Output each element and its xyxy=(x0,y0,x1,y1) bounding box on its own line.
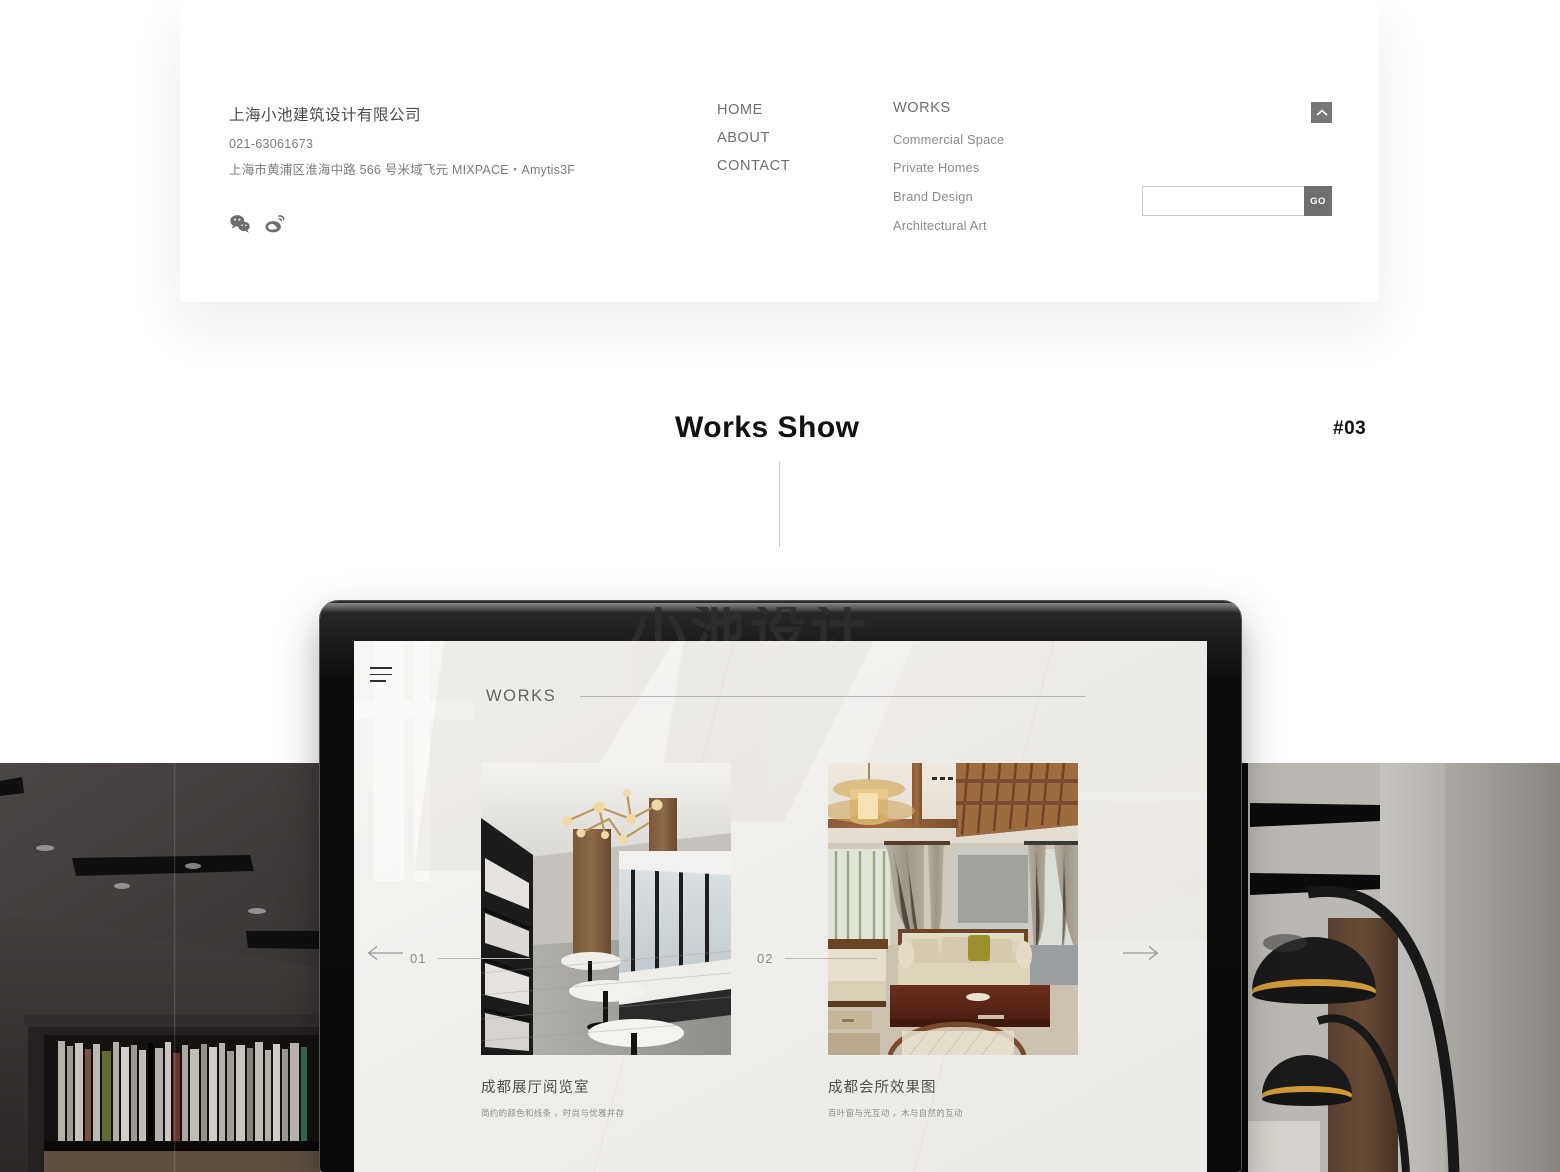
footer-works-nav: WORKS Commercial Space Private Homes Bra… xyxy=(893,101,1004,249)
search-go-button[interactable]: GO xyxy=(1304,186,1332,216)
slide-marker-01: 01 xyxy=(410,951,530,966)
work-card-02-image xyxy=(828,763,1078,1055)
nav-item-about[interactable]: ABOUT xyxy=(717,131,790,146)
work-card-02[interactable]: 成都会所效果图 百叶窗与光互动 ，木与自然的互动 xyxy=(828,763,1078,1117)
slide-marker-02: 02 xyxy=(757,951,877,966)
footer-main-nav: HOME ABOUT CONTACT xyxy=(717,103,790,187)
company-info: 上海小池建筑设计有限公司 021-63061673 上海市黄浦区淮海中路 566… xyxy=(229,108,575,177)
work-card-02-title: 成都会所效果图 xyxy=(828,1080,937,1096)
work-card-01-image xyxy=(481,763,731,1055)
background-photo-left xyxy=(0,763,320,1172)
carousel-prev-button[interactable] xyxy=(366,945,404,966)
works-carousel: 成都展厅阅览室 简约的颜色和线条 ，时尚与优雅并存 成都会所效果图 百叶窗与光互… xyxy=(354,641,1207,1172)
company-phone: 021-63061673 xyxy=(229,136,314,151)
page-title: Works Show xyxy=(675,411,860,444)
arrow-left-icon xyxy=(367,945,403,961)
works-item-commercial-space[interactable]: Commercial Space xyxy=(893,133,1004,147)
slide-marker-line-01 xyxy=(438,958,530,959)
section-vertical-rule xyxy=(779,462,780,547)
background-photo-right xyxy=(1240,763,1560,1172)
work-card-01-subtitle: 简约的颜色和线条 ，时尚与优雅并存 xyxy=(481,1107,625,1118)
slide-marker-line-02 xyxy=(785,958,877,959)
carousel-next-button[interactable] xyxy=(1122,945,1160,966)
tablet-device: 小池设计 WORKS 成都展厅阅览室 简约的颜色和线条 ，时尚与优雅并存 成都会… xyxy=(320,601,1241,1172)
slide-index-01: 01 xyxy=(410,951,427,966)
section-header: Works Show #03 xyxy=(0,410,1560,460)
weibo-icon[interactable] xyxy=(264,213,286,235)
arrow-right-icon xyxy=(1123,945,1159,961)
back-to-top-button[interactable] xyxy=(1311,102,1332,123)
nav-item-contact[interactable]: CONTACT xyxy=(717,159,790,174)
works-item-brand-design[interactable]: Brand Design xyxy=(893,190,1004,204)
social-links xyxy=(229,213,286,235)
footer-card: 上海小池建筑设计有限公司 021-63061673 上海市黄浦区淮海中路 566… xyxy=(180,0,1379,302)
search-form: GO xyxy=(1142,186,1332,216)
work-card-01[interactable]: 成都展厅阅览室 简约的颜色和线条 ，时尚与优雅并存 xyxy=(481,763,731,1117)
company-address: 上海市黄浦区淮海中路 566 号米域飞元 MIXPACE・Amytis3F xyxy=(229,163,576,177)
work-card-01-title: 成都展厅阅览室 xyxy=(481,1080,590,1096)
device-screen: WORKS 成都展厅阅览室 简约的颜色和线条 ，时尚与优雅并存 成都会所效果图 … xyxy=(354,641,1207,1172)
nav-item-home[interactable]: HOME xyxy=(717,103,790,118)
works-item-architectural-art[interactable]: Architectural Art xyxy=(893,219,1004,233)
works-item-private-homes[interactable]: Private Homes xyxy=(893,161,1004,175)
chevron-up-icon xyxy=(1315,109,1328,116)
section-number: #03 xyxy=(1333,418,1367,439)
work-card-02-subtitle: 百叶窗与光互动 ，木与自然的互动 xyxy=(828,1107,963,1118)
works-nav-title: WORKS xyxy=(893,100,951,116)
wechat-icon[interactable] xyxy=(229,213,251,235)
company-name: 上海小池建筑设计有限公司 xyxy=(229,107,422,124)
slide-index-02: 02 xyxy=(757,951,774,966)
search-input[interactable] xyxy=(1142,186,1304,216)
